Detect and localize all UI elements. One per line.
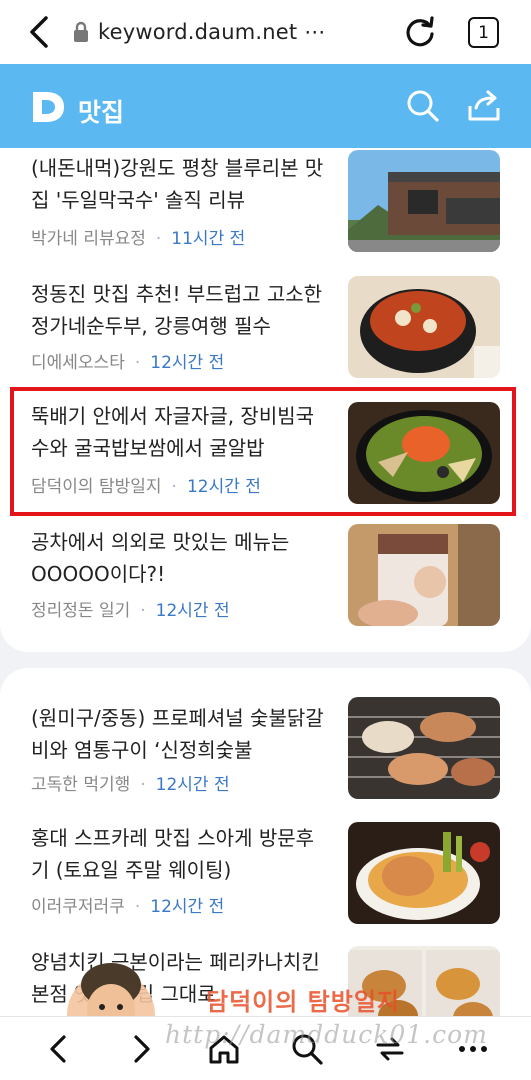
article-thumbnail[interactable] bbox=[348, 276, 500, 378]
nav-forward-icon[interactable] bbox=[124, 1031, 160, 1067]
article-time: 12시간 전 bbox=[155, 601, 230, 621]
article-title[interactable]: 뚝배기 안에서 자글자글, 장비빔국수와 굴국밥보쌈에서 굴알밥 bbox=[31, 400, 331, 464]
reload-icon[interactable] bbox=[402, 14, 438, 50]
article-time: 11시간 전 bbox=[171, 229, 246, 249]
article-title[interactable]: 공차에서 의외로 맛있는 메뉴는 OOOOO이다?! bbox=[31, 526, 331, 590]
article-source: 박가네 리뷰요정 bbox=[31, 229, 146, 249]
article-meta: 이러쿠저러쿠 · 12시간 전 bbox=[31, 897, 225, 917]
back-arrow-icon[interactable] bbox=[26, 14, 52, 50]
article-thumbnail[interactable] bbox=[348, 822, 500, 924]
article-time: 12시간 전 bbox=[150, 897, 225, 917]
article-meta: 디에세오스타 · 12시간 전 bbox=[31, 353, 225, 373]
article-title[interactable]: (원미구/중동) 프로페셔널 숯불닭갈비와 염통구이 ‘신정희숯불 bbox=[31, 702, 331, 766]
article-item[interactable]: 공차에서 의외로 맛있는 메뉴는 OOOOO이다?! 정리정돈 일기 · 12시간 … bbox=[0, 524, 531, 644]
lock-icon bbox=[74, 21, 88, 42]
page-title: 맛집 bbox=[78, 98, 125, 127]
article-title[interactable]: 정동진 맛집 추천! 부드럽고 고소한 정가네순두부, 강릉여행 필수 bbox=[31, 278, 331, 342]
article-thumbnail[interactable] bbox=[348, 150, 500, 252]
watermark-url: http://damdduck01.com bbox=[165, 1020, 488, 1049]
article-time: 12시간 전 bbox=[155, 775, 230, 795]
article-source: 담덕이의 탐방일지 bbox=[31, 477, 162, 497]
article-meta: 박가네 리뷰요정 · 11시간 전 bbox=[31, 229, 246, 249]
nav-back-icon[interactable] bbox=[40, 1031, 76, 1067]
share-icon[interactable] bbox=[466, 88, 502, 124]
article-source: 정리정돈 일기 bbox=[31, 601, 131, 621]
article-thumbnail[interactable] bbox=[348, 524, 500, 626]
article-meta: 정리정돈 일기 · 12시간 전 bbox=[31, 601, 230, 621]
search-icon[interactable] bbox=[405, 88, 441, 124]
article-source: 고독한 먹기행 bbox=[31, 775, 131, 795]
article-title[interactable]: 홍대 스프카레 맛집 스아게 방문후기 (토요일 주말 웨이팅) bbox=[31, 822, 331, 886]
article-time: 12시간 전 bbox=[150, 353, 225, 373]
article-item[interactable]: (원미구/중동) 프로페셔널 숯불닭갈비와 염통구이 ‘신정희숯불 고독한 먹기… bbox=[0, 697, 531, 820]
article-thumbnail[interactable] bbox=[348, 402, 500, 504]
watermark-name: 담덕이의 탐방일지 bbox=[206, 988, 400, 1016]
article-item[interactable]: 뚝배기 안에서 자글자글, 장비빔국수와 굴국밥보쌈에서 굴알밥 담덕이의 탐방… bbox=[0, 398, 531, 518]
article-item[interactable]: 정동진 맛집 추천! 부드럽고 고소한 정가네순두부, 강릉여행 필수 디에세오… bbox=[0, 276, 531, 396]
article-meta: 고독한 먹기행 · 12시간 전 bbox=[31, 775, 230, 795]
daum-logo-icon[interactable] bbox=[29, 88, 67, 126]
article-meta: 담덕이의 탐방일지 · 12시간 전 bbox=[31, 477, 261, 497]
browser-bar: keyword.daum.net ⋯ 1 bbox=[0, 0, 531, 64]
article-source: 디에세오스타 bbox=[31, 353, 125, 373]
article-item[interactable]: 홍대 스프카레 맛집 스아게 방문후기 (토요일 주말 웨이팅) 이러쿠저러쿠 ·… bbox=[0, 822, 531, 942]
article-title[interactable]: (내돈내먹)강원도 평창 블루리본 맛집 '두일막국수' 솔직 리뷰 bbox=[31, 152, 331, 216]
article-thumbnail[interactable] bbox=[348, 697, 500, 799]
article-item[interactable]: (내돈내먹)강원도 평창 블루리본 맛집 '두일막국수' 솔직 리뷰 박가네 리… bbox=[0, 150, 531, 270]
article-time: 12시간 전 bbox=[186, 477, 261, 497]
tab-count-button[interactable]: 1 bbox=[468, 17, 499, 48]
address-bar[interactable]: keyword.daum.net ⋯ bbox=[72, 18, 325, 46]
article-source: 이러쿠저러쿠 bbox=[31, 897, 125, 917]
url-text: keyword.daum.net ⋯ bbox=[98, 20, 326, 44]
